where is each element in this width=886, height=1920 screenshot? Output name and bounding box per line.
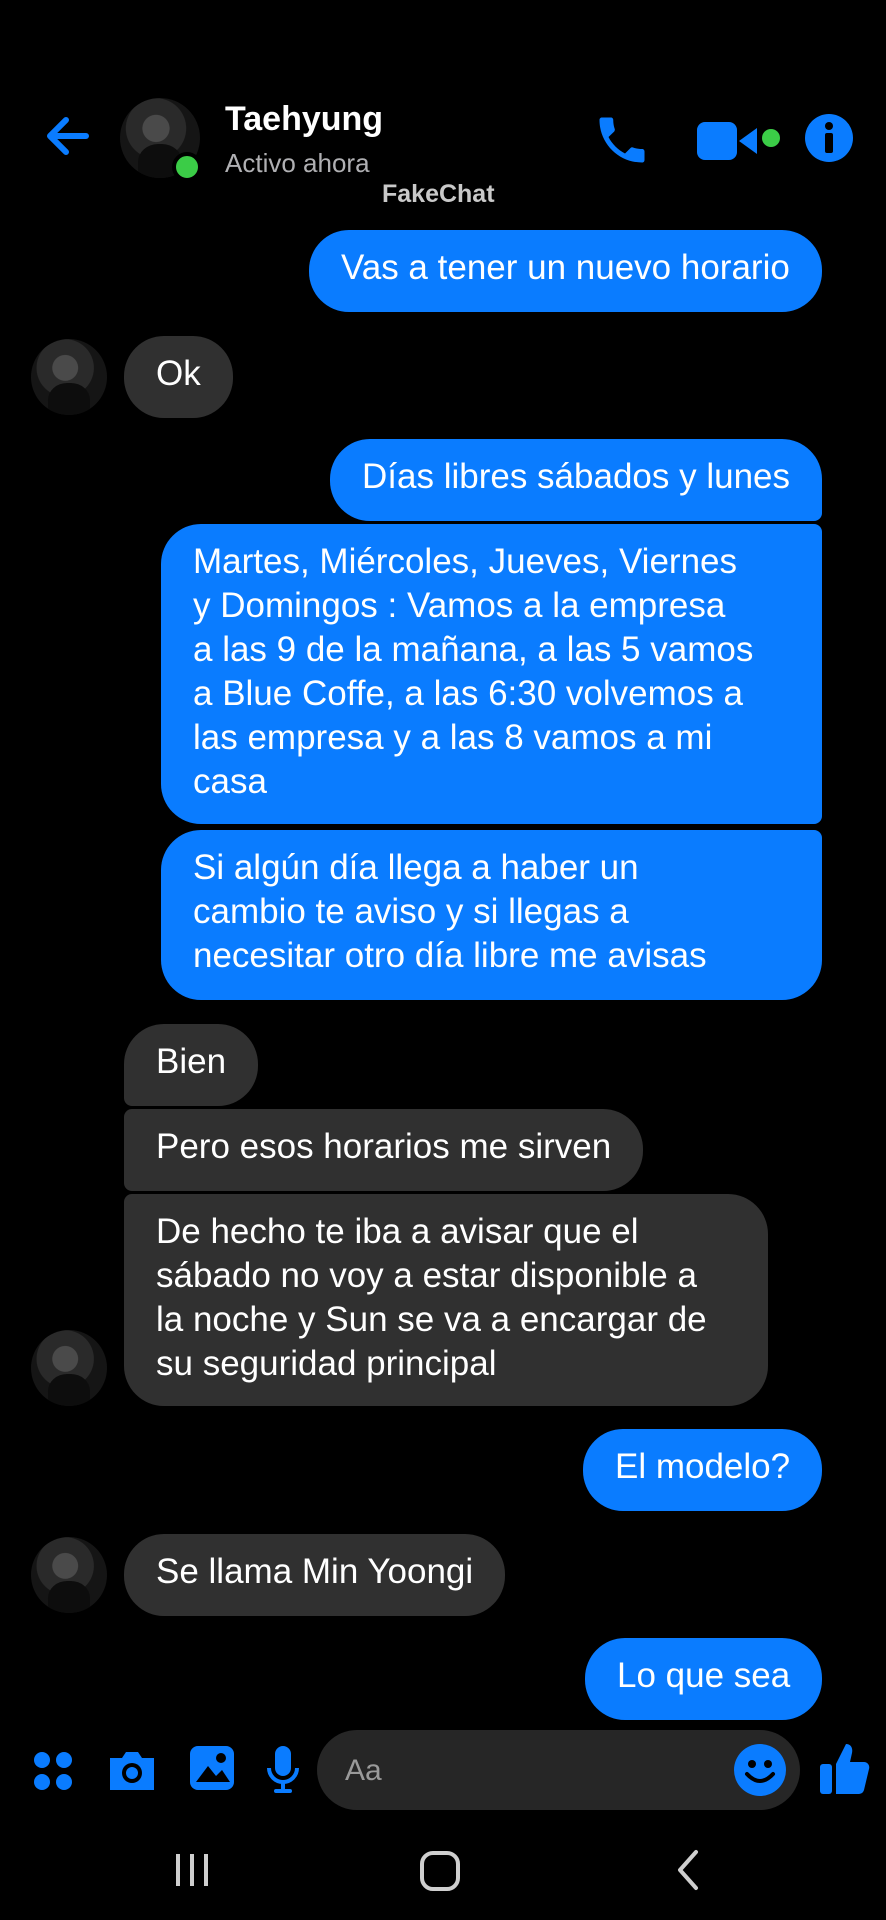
gallery-icon[interactable] <box>188 1744 236 1797</box>
video-camera-icon[interactable] <box>695 118 785 164</box>
message-bubble-outgoing[interactable]: El modelo? <box>583 1429 823 1511</box>
message-bubble-outgoing[interactable]: Martes, Miércoles, Jueves, Viernes y Dom… <box>161 524 822 824</box>
message-bubble-outgoing[interactable]: Lo que sea <box>585 1638 823 1720</box>
microphone-icon[interactable] <box>266 1744 300 1801</box>
back-icon[interactable] <box>672 1848 704 1897</box>
thumbs-up-icon[interactable] <box>818 1740 870 1801</box>
message-bubble-outgoing[interactable]: Vas a tener un nuevo horario <box>309 230 822 312</box>
phone-icon[interactable] <box>592 110 652 170</box>
online-indicator <box>172 152 202 182</box>
back-arrow-icon[interactable] <box>40 108 96 164</box>
contact-status: Activo ahora <box>225 148 370 178</box>
sender-avatar[interactable] <box>31 339 107 415</box>
home-icon[interactable] <box>418 1849 462 1898</box>
message-input[interactable] <box>343 1748 727 1794</box>
apps-grid-icon[interactable] <box>32 1750 74 1797</box>
message-bubble-incoming[interactable]: Se llama Min Yoongi <box>124 1534 506 1616</box>
message-bubble-incoming[interactable]: De hecho te iba a avisar que el sábado n… <box>124 1194 768 1406</box>
message-bubble-incoming[interactable]: Bien <box>124 1024 259 1106</box>
info-icon[interactable] <box>803 112 855 164</box>
camera-icon[interactable] <box>106 1746 158 1799</box>
watermark: FakeChat <box>382 180 495 208</box>
sender-avatar[interactable] <box>31 1537 107 1613</box>
recent-apps-icon[interactable] <box>170 1850 214 1895</box>
emoji-icon[interactable] <box>732 1742 788 1803</box>
message-bubble-outgoing[interactable]: Días libres sábados y lunes <box>330 439 822 521</box>
contact-name[interactable]: Taehyung <box>225 100 383 139</box>
message-bubble-incoming[interactable]: Pero esos horarios me sirven <box>124 1109 644 1191</box>
chat-header: Taehyung Activo ahora FakeChat <box>0 0 886 230</box>
message-bubble-incoming[interactable]: Ok <box>124 336 233 418</box>
message-input-container[interactable] <box>317 1730 800 1810</box>
sender-avatar[interactable] <box>31 1330 107 1406</box>
message-bubble-outgoing[interactable]: Si algún día llega a haber un cambio te … <box>161 830 822 1000</box>
